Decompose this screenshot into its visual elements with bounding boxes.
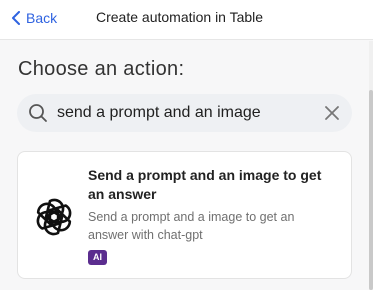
action-result-card[interactable]: Send a prompt and an image to get an ans… bbox=[17, 151, 352, 279]
back-label: Back bbox=[26, 10, 58, 26]
section-title: Choose an action: bbox=[18, 58, 185, 80]
chevron-left-icon bbox=[12, 11, 20, 25]
back-button[interactable]: Back bbox=[10, 8, 57, 28]
header-bar: Back Create automation in Table bbox=[0, 0, 373, 40]
action-description: Send a prompt and a image to get an answ… bbox=[88, 210, 295, 242]
page-title: Create automation in Table bbox=[96, 9, 264, 25]
action-title: Send a prompt and an image to get an ans… bbox=[88, 167, 322, 202]
automation-panel: Back Create automation in Table Choose a… bbox=[0, 0, 373, 290]
search-bar[interactable] bbox=[17, 94, 352, 132]
close-icon[interactable] bbox=[324, 105, 340, 121]
search-icon bbox=[29, 104, 47, 122]
scrollbar-thumb[interactable] bbox=[369, 90, 373, 290]
openai-logo-icon bbox=[36, 198, 72, 236]
ai-badge: AI bbox=[88, 250, 107, 265]
search-input[interactable] bbox=[57, 94, 307, 132]
